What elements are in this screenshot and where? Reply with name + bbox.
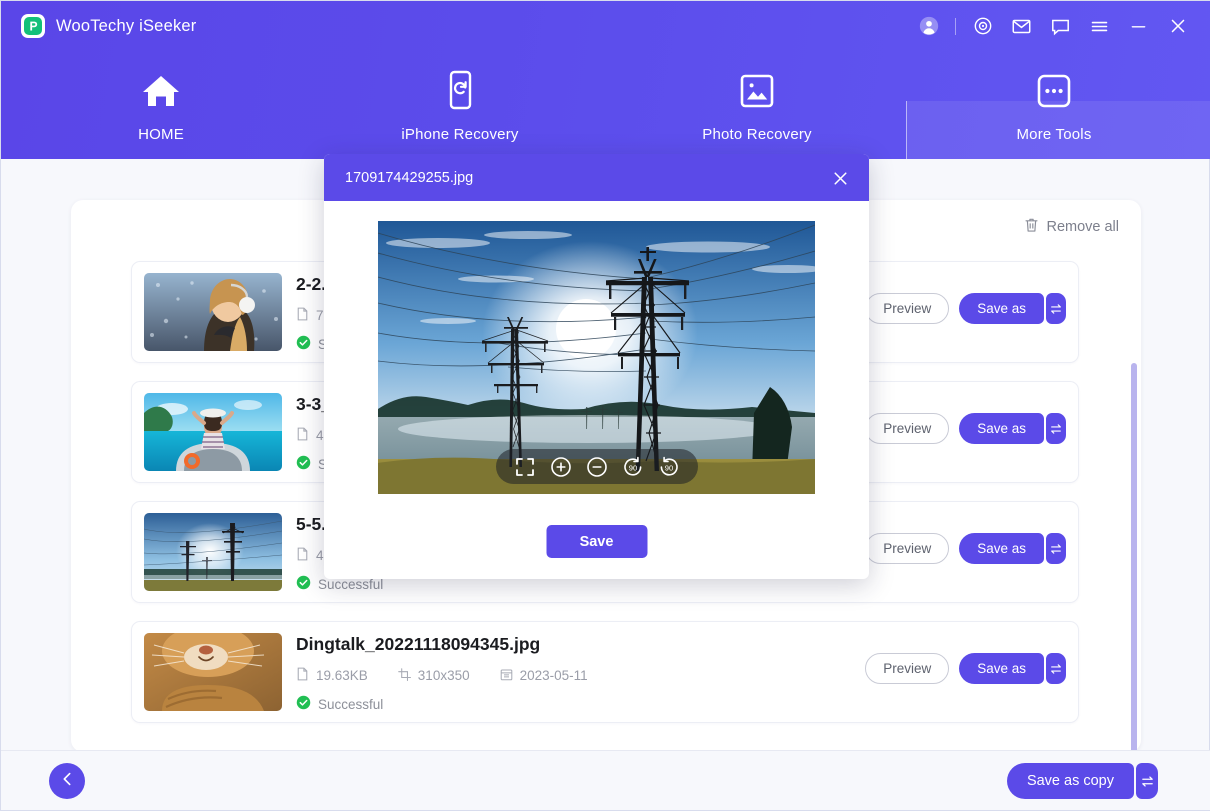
file-icon [296, 547, 309, 564]
list-scrollbar[interactable] [1131, 363, 1137, 753]
save-as-button[interactable]: Save as [959, 533, 1044, 564]
save-as-button[interactable]: Save as [959, 413, 1044, 444]
save-as-button[interactable]: Save as [959, 293, 1044, 324]
image-toolbar: 90 90 [496, 449, 698, 484]
row-date: 2023-05-11 [500, 668, 588, 684]
row-status: Successful [296, 695, 838, 713]
save-as-split-button: Save as [959, 533, 1066, 564]
nav-item-more-tools[interactable]: More Tools [954, 51, 1154, 159]
zoom-in-icon[interactable] [550, 456, 572, 478]
photo-frame-icon [739, 69, 775, 113]
modal-title: 1709174429255.jpg [345, 170, 473, 186]
back-button[interactable] [49, 763, 85, 799]
row-thumbnail[interactable] [144, 633, 282, 711]
row-dimensions: 310x350 [398, 668, 470, 684]
swap-icon[interactable] [1046, 413, 1066, 444]
row-thumbnail[interactable] [144, 513, 282, 591]
row-actions: Preview Save as [865, 293, 1066, 324]
preview-button[interactable]: Preview [865, 533, 949, 564]
rotate-left-90-icon[interactable]: 90 [622, 456, 644, 478]
footer-bar: Save as copy [1, 750, 1210, 810]
row-actions: Preview Save as [865, 413, 1066, 444]
save-as-split-button: Save as [959, 413, 1066, 444]
zoom-out-icon[interactable] [586, 456, 608, 478]
wootechy-logo-icon [21, 14, 45, 38]
minimize-icon[interactable] [1119, 7, 1158, 45]
title-bar: WooTechy iSeeker [1, 1, 1210, 51]
menu-hamburger-icon[interactable] [1080, 7, 1119, 45]
table-row[interactable]: Dingtalk_20221118094345.jpg 19.63KB [131, 621, 1079, 723]
nav-item-iphone-recovery[interactable]: iPhone Recovery [360, 51, 560, 159]
row-info: Dingtalk_20221118094345.jpg 19.63KB [296, 634, 838, 713]
close-icon[interactable] [1158, 7, 1197, 45]
save-as-button[interactable]: Save as [959, 653, 1044, 684]
phone-refresh-icon [443, 69, 477, 113]
save-as-split-button: Save as [959, 653, 1066, 684]
more-dots-icon [1036, 69, 1072, 113]
row-thumbnail[interactable] [144, 393, 282, 471]
swap-icon[interactable] [1046, 533, 1066, 564]
check-circle-icon [296, 575, 311, 593]
crop-icon [398, 668, 411, 684]
file-icon [296, 667, 309, 684]
save-as-split-button: Save as [959, 293, 1066, 324]
modal-header: 1709174429255.jpg [324, 154, 869, 201]
preview-button[interactable]: Preview [865, 413, 949, 444]
row-thumbnail[interactable] [144, 273, 282, 351]
preview-button[interactable]: Preview [865, 653, 949, 684]
brand: WooTechy iSeeker [21, 14, 196, 38]
close-icon[interactable] [825, 163, 855, 193]
application-window: WooTechy iSeeker [0, 0, 1210, 811]
window-controls [909, 1, 1197, 51]
nav-label-photo-recovery: Photo Recovery [702, 126, 812, 143]
nav-item-home[interactable]: HOME [61, 51, 261, 159]
footer-actions: Save as copy [1007, 763, 1158, 799]
modal-save-button[interactable]: Save [546, 525, 647, 558]
check-circle-icon [296, 695, 311, 713]
nav-label-iphone-recovery: iPhone Recovery [401, 126, 518, 143]
remove-all-button[interactable]: Remove all [1024, 217, 1119, 237]
nav-label-home: HOME [138, 126, 184, 143]
swap-icon[interactable] [1046, 653, 1066, 684]
svg-text:90: 90 [664, 463, 672, 472]
svg-text:90: 90 [628, 463, 636, 472]
mail-icon[interactable] [1002, 7, 1041, 45]
main-navigation: HOME iPhone Recovery [1, 51, 1210, 159]
support-target-icon[interactable] [963, 7, 1002, 45]
calendar-icon [500, 668, 513, 684]
remove-all-label: Remove all [1046, 219, 1119, 235]
rotate-right-90-icon[interactable]: 90 [658, 456, 680, 478]
row-actions: Preview Save as [865, 533, 1066, 564]
app-header: WooTechy iSeeker [1, 1, 1210, 159]
save-as-copy-button[interactable]: Save as copy [1007, 763, 1134, 799]
swap-icon[interactable] [1136, 763, 1158, 799]
row-meta: 19.63KB 310x350 [296, 667, 838, 684]
row-filename: Dingtalk_20221118094345.jpg [296, 634, 838, 655]
arrow-left-icon [58, 770, 76, 793]
trash-icon [1024, 217, 1039, 237]
account-avatar-icon[interactable] [909, 7, 948, 45]
titlebar-divider [955, 18, 956, 35]
fullscreen-icon[interactable] [514, 456, 536, 478]
check-circle-icon [296, 455, 311, 473]
check-circle-icon [296, 335, 311, 353]
nav-item-photo-recovery[interactable]: Photo Recovery [657, 51, 857, 159]
file-icon [296, 307, 309, 324]
file-icon [296, 427, 309, 444]
preview-button[interactable]: Preview [865, 293, 949, 324]
preview-image[interactable]: 90 90 [378, 221, 815, 494]
home-icon [139, 69, 183, 113]
swap-icon[interactable] [1046, 293, 1066, 324]
image-preview-modal: 1709174429255.jpg [324, 154, 869, 579]
chat-icon[interactable] [1041, 7, 1080, 45]
app-title: WooTechy iSeeker [56, 17, 196, 36]
nav-label-more-tools: More Tools [1016, 126, 1091, 143]
row-size: 19.63KB [296, 667, 368, 684]
row-actions: Preview Save as [865, 653, 1066, 684]
